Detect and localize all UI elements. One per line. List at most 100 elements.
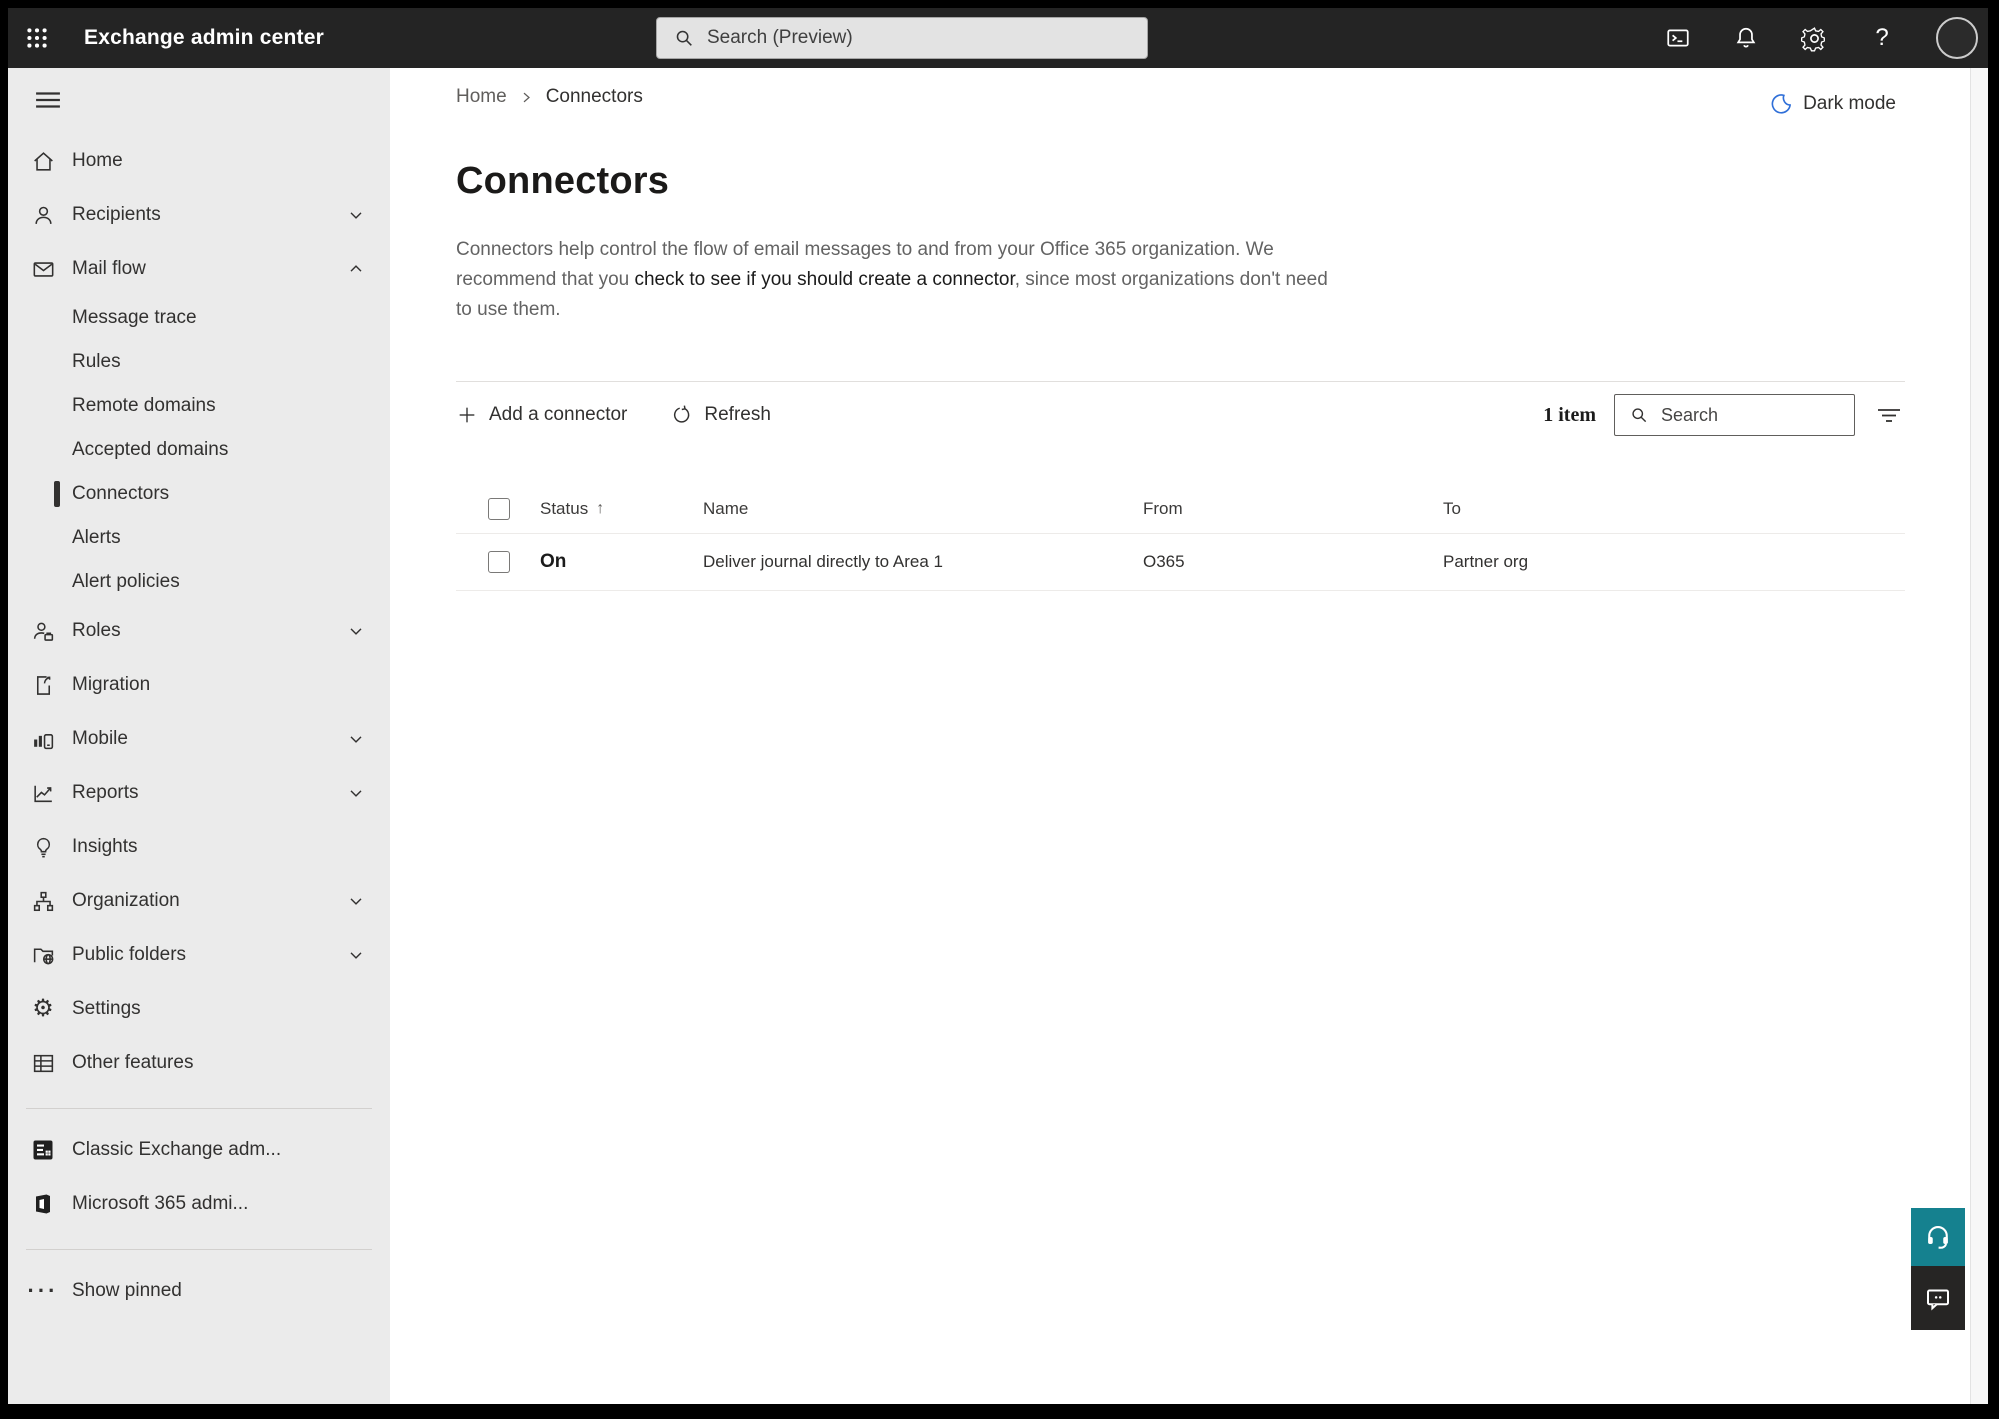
sidebar-item-settings[interactable]: ⚙ Settings xyxy=(8,982,390,1036)
sidebar-item-reports[interactable]: Reports xyxy=(8,766,390,820)
page-description: Connectors help control the flow of emai… xyxy=(456,235,1336,325)
public-folders-icon xyxy=(30,942,56,968)
table-row[interactable]: On Deliver journal directly to Area 1 O3… xyxy=(456,534,1905,591)
breadcrumb-current: Connectors xyxy=(545,86,643,107)
account-avatar[interactable] xyxy=(1936,17,1978,59)
bell-icon xyxy=(1736,27,1756,48)
chevron-down-icon xyxy=(346,783,366,803)
column-header-from[interactable]: From xyxy=(1143,499,1443,519)
classic-exchange-icon xyxy=(30,1137,56,1163)
sidebar-item-label: Public folders xyxy=(72,944,187,965)
headset-icon xyxy=(1928,1226,1948,1249)
roles-icon xyxy=(30,618,56,644)
select-all-checkbox[interactable] xyxy=(488,497,510,520)
sidebar-item-migration[interactable]: Migration xyxy=(8,658,390,712)
app-launcher-button[interactable] xyxy=(8,8,66,68)
add-connector-button[interactable]: Add a connector xyxy=(456,404,627,426)
sidebar-item-home[interactable]: Home xyxy=(8,134,390,188)
sidebar-item-organization[interactable]: Organization xyxy=(8,874,390,928)
filter-button[interactable] xyxy=(1873,399,1905,431)
terminal-icon xyxy=(1667,29,1689,47)
feedback-bubble-icon xyxy=(1927,1289,1949,1311)
column-header-to[interactable]: To xyxy=(1443,499,1905,519)
breadcrumb: Home Connectors xyxy=(456,86,1970,108)
sidebar-item-classic-exchange[interactable]: Classic Exchange adm... xyxy=(8,1123,390,1177)
ellipsis-icon: ··· xyxy=(27,1278,59,1303)
sidebar-item-rules[interactable]: Rules xyxy=(8,340,390,384)
global-search-input[interactable] xyxy=(707,27,1127,49)
table-search-box[interactable] xyxy=(1614,394,1855,436)
toolbar-right-group: 1 item xyxy=(1543,394,1905,436)
main-content: Home Connectors Dark mode Connectors Con… xyxy=(390,68,1970,1404)
migration-icon xyxy=(30,672,56,698)
sidebar-item-label: Settings xyxy=(72,998,141,1019)
row-to: Partner org xyxy=(1443,552,1529,571)
sidebar-item-alert-policies[interactable]: Alert policies xyxy=(8,560,390,604)
column-header-status[interactable]: Status ↑ xyxy=(540,499,703,519)
sidebar-item-recipients[interactable]: Recipients xyxy=(8,188,390,242)
collapse-nav-button[interactable] xyxy=(26,80,70,120)
moon-icon xyxy=(1771,94,1792,114)
page-title: Connectors xyxy=(456,160,670,202)
sidebar-item-label: Alerts xyxy=(72,527,121,548)
row-name[interactable]: Deliver journal directly to Area 1 xyxy=(703,552,1143,572)
row-status: On xyxy=(540,551,567,572)
row-from: O365 xyxy=(1143,552,1185,571)
topbar-icon-group: ? xyxy=(1664,8,1978,68)
app-window: Exchange admin center Search (Preview) ?… xyxy=(8,8,1988,1404)
column-header-name[interactable]: Name xyxy=(703,499,1143,519)
chevron-down-icon xyxy=(346,945,366,965)
sidebar-item-label: Insights xyxy=(72,836,138,857)
powershell-button[interactable] xyxy=(1664,24,1692,52)
table-search-input[interactable] xyxy=(1661,404,1831,426)
refresh-label: Refresh xyxy=(704,404,771,425)
global-search-box[interactable] xyxy=(656,17,1148,59)
breadcrumb-home-link[interactable]: Home xyxy=(456,86,507,108)
sidebar-item-connectors[interactable]: Connectors xyxy=(8,472,390,516)
sidebar-item-message-trace[interactable]: Message trace xyxy=(8,296,390,340)
mail-icon xyxy=(30,256,56,282)
mobile-icon xyxy=(30,726,56,752)
sidebar-item-insights[interactable]: Insights xyxy=(8,820,390,874)
app-title: Exchange admin center xyxy=(84,26,324,49)
sidebar-item-label: Rules xyxy=(72,351,121,372)
sidebar-divider xyxy=(26,1249,372,1250)
settings-button[interactable] xyxy=(1800,24,1828,52)
sidebar-item-label: Classic Exchange adm... xyxy=(72,1139,282,1160)
sidebar-item-show-pinned[interactable]: ··· Show pinned xyxy=(8,1264,390,1318)
sidebar-item-roles[interactable]: Roles xyxy=(8,604,390,658)
sidebar-item-label: Home xyxy=(72,150,123,171)
sidebar-item-alerts[interactable]: Alerts xyxy=(8,516,390,560)
row-checkbox[interactable] xyxy=(488,551,510,573)
sidebar-item-mail-flow[interactable]: Mail flow xyxy=(8,242,390,296)
hamburger-icon xyxy=(36,92,60,108)
help-button[interactable]: ? xyxy=(1868,24,1896,52)
chevron-down-icon xyxy=(346,621,366,641)
sidebar-item-public-folders[interactable]: Public folders xyxy=(8,928,390,982)
table-grid-icon xyxy=(30,1050,56,1076)
connectors-table: Status ↑ Name From To On Deliver journal… xyxy=(456,484,1905,591)
sidebar-item-label: Connectors xyxy=(72,483,170,504)
sidebar-item-other-features[interactable]: Other features xyxy=(8,1036,390,1090)
microsoft-365-icon xyxy=(30,1191,56,1217)
dark-mode-label: Dark mode xyxy=(1803,92,1896,114)
sidebar-item-label: Microsoft 365 admi... xyxy=(72,1193,249,1214)
scrollbar[interactable] xyxy=(1970,68,1988,1404)
refresh-button[interactable]: Refresh xyxy=(671,404,771,426)
sidebar-divider xyxy=(26,1108,372,1109)
description-link[interactable]: check to see if you should create a conn… xyxy=(634,269,1014,290)
sidebar-item-label: Migration xyxy=(72,674,151,695)
feedback-button[interactable] xyxy=(1911,1266,1965,1330)
sidebar-nav: Home Recipients Mail flow Message trace … xyxy=(8,68,390,1404)
sidebar-item-microsoft-365-admin[interactable]: Microsoft 365 admi... xyxy=(8,1177,390,1231)
person-icon xyxy=(30,202,56,228)
search-icon xyxy=(1632,408,1647,423)
sidebar-item-remote-domains[interactable]: Remote domains xyxy=(8,384,390,428)
chevron-down-icon xyxy=(346,729,366,749)
notifications-button[interactable] xyxy=(1732,24,1760,52)
sidebar-item-mobile[interactable]: Mobile xyxy=(8,712,390,766)
support-button[interactable] xyxy=(1911,1208,1965,1266)
sidebar-item-label: Recipients xyxy=(72,204,161,225)
sidebar-item-accepted-domains[interactable]: Accepted domains xyxy=(8,428,390,472)
dark-mode-toggle[interactable]: Dark mode xyxy=(1770,92,1896,115)
